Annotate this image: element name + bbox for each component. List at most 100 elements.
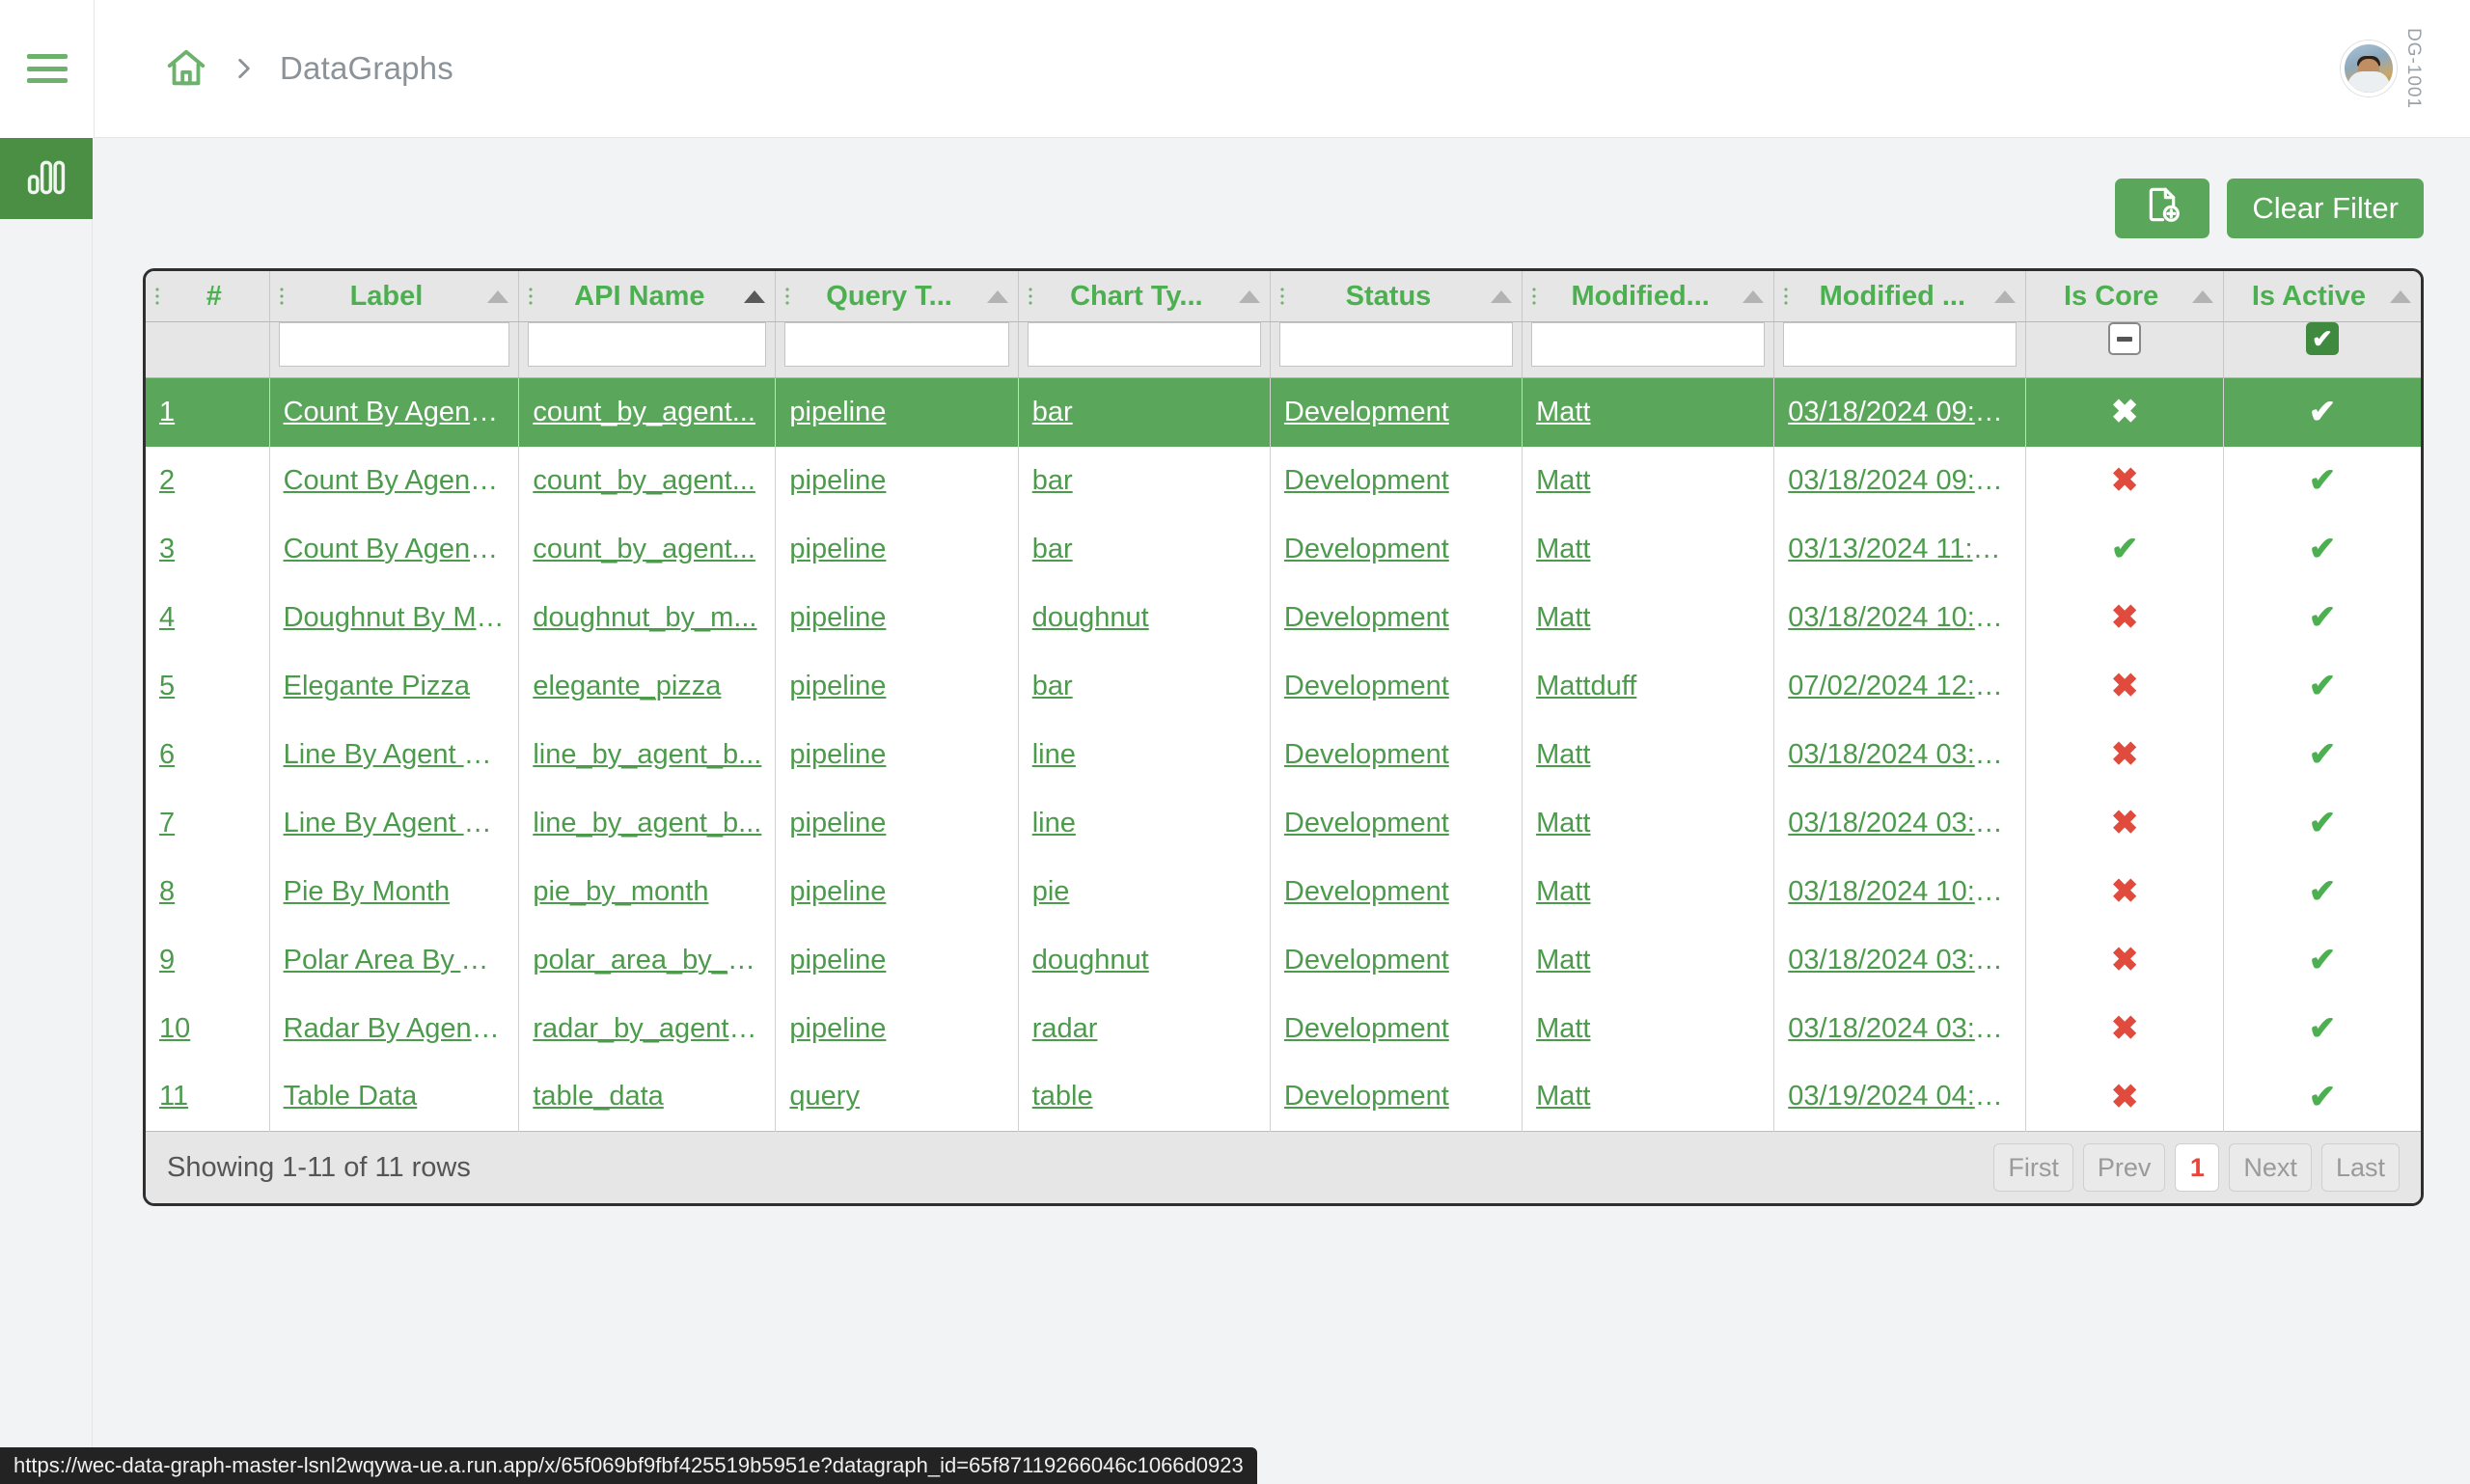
cell-link-api_name[interactable]: doughnut_by_m... [533, 602, 756, 633]
cell-modified_dt[interactable]: 03/18/2024 03:19... [1774, 789, 2026, 858]
cell-api_name[interactable]: pie_by_month [519, 858, 776, 926]
cell-link-label[interactable]: Polar Area By Ag... [284, 945, 518, 976]
cell-link-modified_dt[interactable]: 03/18/2024 03:19... [1788, 808, 2026, 838]
cell-status[interactable]: Development [1270, 515, 1522, 584]
cell-link-label[interactable]: Line By Agent By... [284, 808, 518, 838]
cell-link-status[interactable]: Development [1284, 945, 1449, 976]
cell-link-modified_by[interactable]: Matt [1536, 534, 1590, 564]
cell-link-label[interactable]: Elegante Pizza [284, 671, 470, 701]
filter-input-status[interactable] [1279, 322, 1513, 367]
table-row[interactable]: 6Line By Agent By...line_by_agent_b...pi… [146, 721, 2421, 789]
column-grip-icon[interactable] [527, 285, 535, 308]
sort-ascending-icon[interactable] [744, 290, 765, 303]
cell-link-status[interactable]: Development [1284, 1013, 1449, 1044]
cell-link-modified_dt[interactable]: 03/13/2024 11:00... [1788, 534, 2026, 564]
cell-link-api_name[interactable]: count_by_agent... [533, 397, 755, 427]
sort-ascending-icon[interactable] [2390, 290, 2411, 303]
cell-chart_type[interactable]: bar [1018, 652, 1270, 721]
cell-modified_dt[interactable]: 03/18/2024 09:51... [1774, 378, 2026, 447]
filter-checkbox-is_core[interactable] [2108, 322, 2141, 355]
column-filter-is_core[interactable] [2026, 322, 2224, 378]
cell-link-label[interactable]: Count By Agent ... [284, 465, 509, 496]
cell-chart_type[interactable]: bar [1018, 515, 1270, 584]
column-grip-icon[interactable] [783, 285, 791, 308]
cell-link-chart_type[interactable]: table [1032, 1081, 1093, 1112]
cell-modified_by[interactable]: Matt [1523, 515, 1774, 584]
page-button-1[interactable]: 1 [2175, 1143, 2219, 1192]
column-grip-icon[interactable] [1278, 285, 1286, 308]
cell-link-chart_type[interactable]: bar [1032, 671, 1073, 701]
cell-link-api_name[interactable]: polar_area_by_a... [533, 945, 766, 976]
cell-api_name[interactable]: radar_by_agent_... [519, 995, 776, 1063]
cell-chart_type[interactable]: doughnut [1018, 584, 1270, 652]
cell-link-status[interactable]: Development [1284, 397, 1449, 427]
cell-link-chart_type[interactable]: pie [1032, 876, 1070, 907]
cell-label[interactable]: Radar By Agent ... [269, 995, 519, 1063]
cell-link-label[interactable]: Count By Agent ... [284, 397, 509, 427]
cell-modified_dt[interactable]: 03/18/2024 03:4... [1774, 995, 2026, 1063]
cell-modified_by[interactable]: Matt [1523, 789, 1774, 858]
filter-input-label[interactable] [279, 322, 510, 367]
sort-ascending-icon[interactable] [1491, 290, 1512, 303]
column-filter-num[interactable] [146, 322, 269, 378]
cell-modified_dt[interactable]: 03/18/2024 10:4... [1774, 584, 2026, 652]
cell-link-modified_by[interactable]: Matt [1536, 808, 1590, 838]
cell-link-query_type[interactable]: pipeline [789, 397, 886, 427]
cell-link-chart_type[interactable]: line [1032, 739, 1076, 770]
table-row[interactable]: 10Radar By Agent ...radar_by_agent_...pi… [146, 995, 2421, 1063]
cell-modified_by[interactable]: Matt [1523, 995, 1774, 1063]
sort-ascending-icon[interactable] [1743, 290, 1764, 303]
cell-chart_type[interactable]: line [1018, 789, 1270, 858]
table-row[interactable]: 11Table Datatable_dataquerytableDevelopm… [146, 1063, 2421, 1132]
column-header-is_active[interactable]: Is Active [2223, 271, 2421, 322]
column-filter-chart_type[interactable] [1018, 322, 1270, 378]
cell-link-chart_type[interactable]: line [1032, 808, 1076, 838]
cell-link-modified_by[interactable]: Matt [1536, 876, 1590, 907]
column-header-is_core[interactable]: Is Core [2026, 271, 2224, 322]
cell-chart_type[interactable]: doughnut [1018, 926, 1270, 995]
filter-input-query_type[interactable] [784, 322, 1008, 367]
cell-api_name[interactable]: table_data [519, 1063, 776, 1132]
column-grip-icon[interactable] [1530, 285, 1538, 308]
table-row[interactable]: 9Polar Area By Ag...polar_area_by_a...pi… [146, 926, 2421, 995]
cell-link-chart_type[interactable]: radar [1032, 1013, 1098, 1044]
sort-ascending-icon[interactable] [987, 290, 1008, 303]
cell-link-modified_dt[interactable]: 03/18/2024 09:4... [1788, 465, 2014, 496]
column-filter-modified_by[interactable] [1523, 322, 1774, 378]
cell-modified_by[interactable]: Matt [1523, 858, 1774, 926]
cell-label[interactable]: Pie By Month [269, 858, 519, 926]
cell-query_type[interactable]: query [776, 1063, 1018, 1132]
cell-link-label[interactable]: Doughnut By Mo... [284, 602, 515, 633]
cell-modified_by[interactable]: Matt [1523, 926, 1774, 995]
cell-modified_dt[interactable]: 07/02/2024 12:39... [1774, 652, 2026, 721]
cell-query_type[interactable]: pipeline [776, 721, 1018, 789]
cell-modified_dt[interactable]: 03/18/2024 09:4... [1774, 447, 2026, 515]
cell-link-num[interactable]: 6 [159, 739, 175, 770]
home-icon[interactable] [164, 46, 208, 91]
table-row[interactable]: 8Pie By Monthpie_by_monthpipelinepieDeve… [146, 858, 2421, 926]
cell-link-num[interactable]: 10 [159, 1013, 190, 1044]
menu-toggle-cell[interactable] [0, 0, 95, 138]
cell-link-modified_by[interactable]: Matt [1536, 1013, 1590, 1044]
table-row[interactable]: 5Elegante Pizzaelegante_pizzapipelinebar… [146, 652, 2421, 721]
cell-label[interactable]: Polar Area By Ag... [269, 926, 519, 995]
avatar[interactable] [2341, 41, 2397, 96]
table-row[interactable]: 4Doughnut By Mo...doughnut_by_m...pipeli… [146, 584, 2421, 652]
filter-input-modified_dt[interactable] [1783, 322, 2017, 367]
page-button-last[interactable]: Last [2321, 1143, 2400, 1192]
cell-link-modified_by[interactable]: Matt [1536, 397, 1590, 427]
cell-link-chart_type[interactable]: doughnut [1032, 602, 1149, 633]
cell-num[interactable]: 2 [146, 447, 269, 515]
cell-link-label[interactable]: Count By Agent ... [284, 534, 509, 564]
cell-link-modified_by[interactable]: Matt [1536, 1081, 1590, 1112]
column-filter-status[interactable] [1270, 322, 1522, 378]
cell-link-num[interactable]: 3 [159, 534, 175, 564]
cell-link-modified_by[interactable]: Matt [1536, 602, 1590, 633]
cell-query_type[interactable]: pipeline [776, 447, 1018, 515]
cell-chart_type[interactable]: bar [1018, 378, 1270, 447]
cell-link-query_type[interactable]: pipeline [789, 534, 886, 564]
cell-api_name[interactable]: count_by_agent... [519, 515, 776, 584]
cell-api_name[interactable]: line_by_agent_b... [519, 721, 776, 789]
cell-api_name[interactable]: polar_area_by_a... [519, 926, 776, 995]
cell-link-label[interactable]: Table Data [284, 1081, 418, 1112]
